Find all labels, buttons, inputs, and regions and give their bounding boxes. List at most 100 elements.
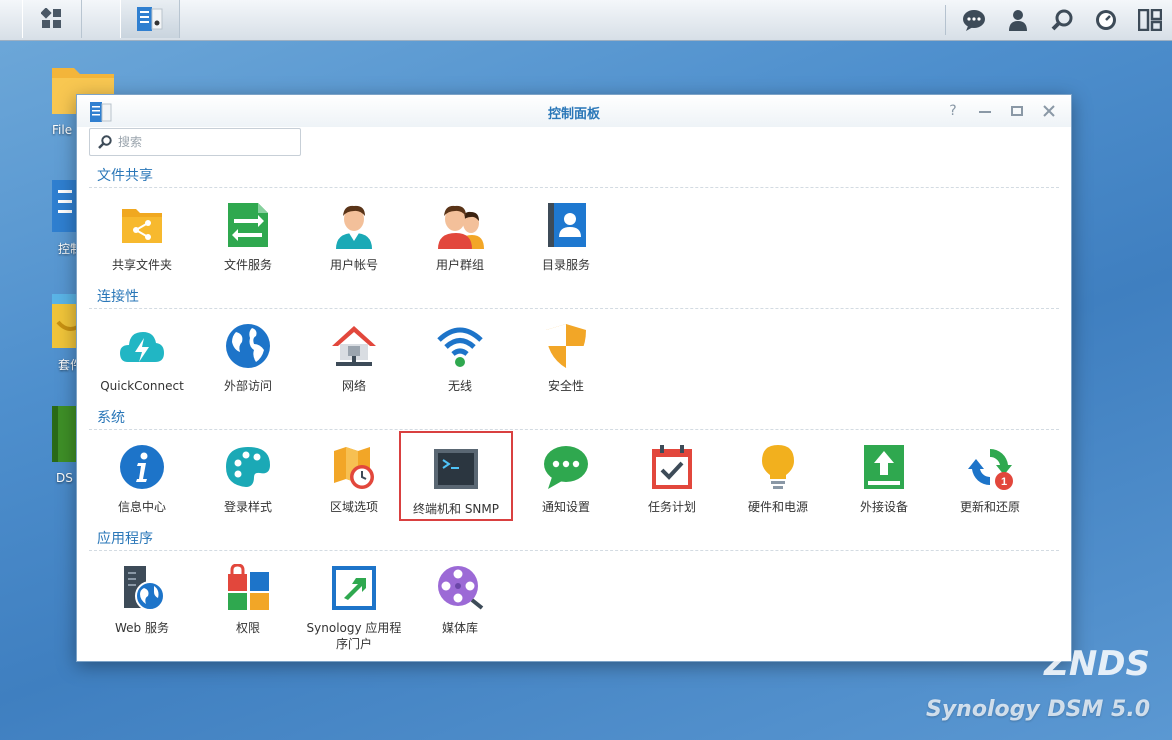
calendar-icon — [652, 445, 692, 489]
item-label: 区域选项 — [329, 500, 378, 514]
item-hardware-power[interactable]: 硬件和电源 — [725, 437, 831, 517]
taskbar — [0, 0, 1172, 41]
item-directory[interactable]: 目录服务 — [513, 195, 619, 275]
grid-icon — [41, 8, 61, 28]
control-panel-icon — [137, 7, 163, 31]
search-box[interactable] — [89, 128, 301, 156]
item-web-services[interactable]: Web 服务 — [89, 558, 195, 638]
item-label: 无线 — [447, 379, 472, 393]
app-portal-icon — [332, 566, 376, 610]
search-icon — [98, 135, 112, 149]
item-label: 文件服务 — [223, 258, 272, 272]
divider — [89, 550, 1059, 551]
item-label: 终端机和 SNMP — [413, 502, 499, 516]
bulb-icon — [762, 445, 794, 489]
search-icon[interactable] — [1040, 0, 1084, 40]
palette-icon — [226, 447, 270, 487]
chat-icon — [544, 446, 588, 489]
desktop-label-dsm: DS — [56, 471, 73, 485]
item-file-services[interactable]: 文件服务 — [195, 195, 301, 275]
section-title-applications: 应用程序 — [97, 531, 153, 547]
globe-icon — [226, 324, 270, 368]
wifi-icon — [437, 327, 483, 367]
item-label: Web 服务 — [115, 621, 169, 635]
item-info-center[interactable]: 信息中心 — [89, 437, 195, 517]
media-library-icon — [438, 566, 484, 610]
item-label: QuickConnect — [100, 379, 184, 393]
item-label: 登录样式 — [223, 500, 272, 514]
desktop-label-file: File — [52, 123, 73, 137]
external-device-icon — [864, 445, 904, 489]
item-app-portal[interactable]: Synology 应用程序门户 — [301, 558, 407, 651]
shared-folder-icon — [122, 209, 162, 243]
close-icon — [1043, 105, 1055, 117]
item-quickconnect[interactable]: QuickConnect — [89, 316, 195, 396]
item-network[interactable]: 网络 — [301, 316, 407, 396]
item-label: 共享文件夹 — [111, 258, 172, 272]
item-regional-options[interactable]: 区域选项 — [301, 437, 407, 517]
section-title-system: 系统 — [97, 410, 125, 426]
item-task-scheduler[interactable]: 任务计划 — [619, 437, 725, 517]
notification-chat-icon[interactable] — [952, 0, 996, 40]
item-label: 任务计划 — [647, 500, 696, 514]
divider — [89, 308, 1059, 309]
file-services-icon — [228, 203, 268, 247]
divider — [89, 429, 1059, 430]
widgets-icon[interactable] — [1128, 0, 1172, 40]
window-titlebar[interactable]: 控制面板 ? — [77, 95, 1071, 127]
item-group[interactable]: 用户群组 — [407, 195, 513, 275]
item-label: Synology 应用程序门户 — [306, 621, 402, 651]
item-notification[interactable]: 通知设置 — [513, 437, 619, 517]
info-icon — [120, 445, 164, 489]
update-badge: 1 — [1001, 476, 1007, 488]
resource-monitor-icon[interactable] — [1084, 0, 1128, 40]
item-media-library[interactable]: 媒体库 — [407, 558, 513, 638]
user-options-icon[interactable] — [996, 0, 1040, 40]
item-label: 通知设置 — [541, 500, 590, 514]
terminal-icon — [434, 449, 478, 489]
minimize-button[interactable] — [975, 101, 995, 121]
search-input[interactable] — [116, 134, 290, 150]
item-label: 权限 — [235, 621, 260, 635]
update-icon: 1 — [968, 448, 1013, 490]
item-privileges[interactable]: 权限 — [195, 558, 301, 638]
user-icon — [336, 205, 372, 249]
item-label: 硬件和电源 — [747, 500, 808, 514]
item-label: 网络 — [341, 379, 366, 393]
close-button[interactable] — [1039, 101, 1059, 121]
item-external-devices[interactable]: 外接设备 — [831, 437, 937, 517]
item-label: 外接设备 — [859, 500, 908, 514]
item-security[interactable]: 安全性 — [513, 316, 619, 396]
quickconnect-icon — [120, 332, 164, 362]
window-title: 控制面板 — [547, 107, 600, 122]
item-external-access[interactable]: 外部访问 — [195, 316, 301, 396]
znds-watermark: ZNDS — [1044, 644, 1150, 684]
taskbar-control-panel[interactable] — [120, 0, 180, 38]
section-title-file-sharing: 文件共享 — [97, 168, 153, 184]
help-icon: ? — [949, 103, 957, 119]
item-shared-folder[interactable]: 共享文件夹 — [89, 195, 195, 275]
control-panel-window: 控制面板 ? 文件共享 共享文件夹 — [76, 94, 1072, 662]
section-title-connectivity: 连接性 — [97, 289, 139, 305]
item-user[interactable]: 用户帐号 — [301, 195, 407, 275]
help-button[interactable]: ? — [943, 101, 963, 121]
privileges-icon — [228, 563, 269, 610]
item-label: 更新和还原 — [959, 500, 1020, 514]
item-login-style[interactable]: 登录样式 — [195, 437, 301, 517]
maximize-button[interactable] — [1007, 101, 1027, 121]
directory-icon — [548, 203, 586, 247]
item-label: 目录服务 — [541, 258, 590, 272]
item-label: 安全性 — [547, 379, 584, 393]
main-menu-button[interactable] — [22, 0, 82, 38]
item-label: 用户群组 — [435, 258, 484, 272]
synology-dsm-watermark: Synology DSM 5.0 — [926, 697, 1150, 722]
web-services-icon — [124, 566, 165, 611]
item-wireless[interactable]: 无线 — [407, 316, 513, 396]
item-terminal-snmp[interactable]: 终端机和 SNMP — [399, 431, 513, 521]
item-update-restore[interactable]: 1 更新和还原 — [937, 437, 1043, 517]
group-icon — [438, 205, 484, 249]
item-label: 外部访问 — [223, 379, 272, 393]
maximize-icon — [1011, 106, 1023, 116]
shield-icon — [546, 324, 586, 368]
divider — [89, 187, 1059, 188]
